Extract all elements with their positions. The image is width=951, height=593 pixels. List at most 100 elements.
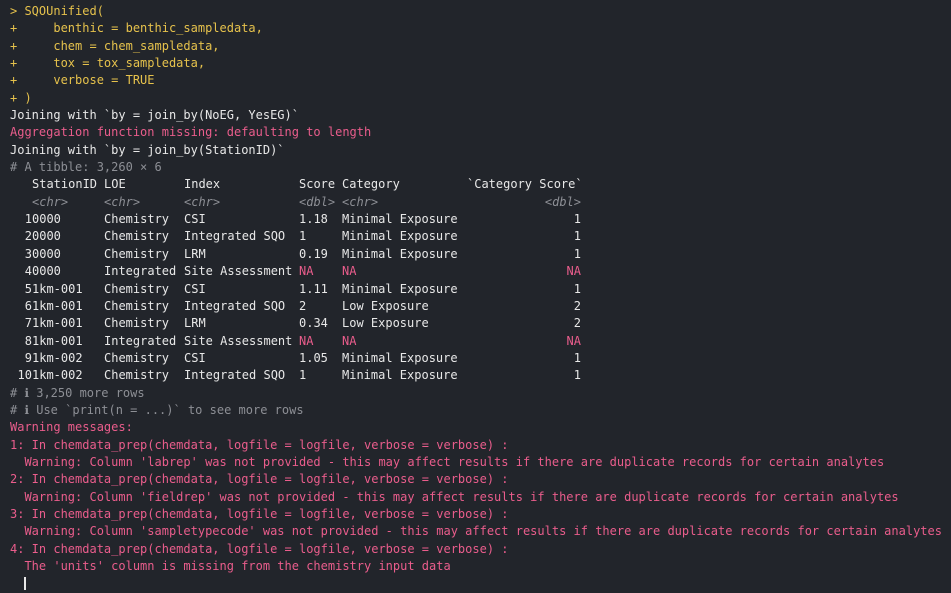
tibble-table: StationID LOE Index Score Category `Category … [10,176,948,384]
cell-category: Minimal Exposure [342,281,458,296]
row-number: 3 [24,246,32,261]
column-type: <chr> [342,194,379,209]
cell-station-id: 1km-001 [32,333,83,348]
row-number: 10 [17,368,32,383]
warning-message: The 'units' column is missing from the c… [10,559,451,573]
cell-category-score: 1 [573,350,581,365]
cell-category: Minimal Exposure [342,212,458,227]
cell-category: NA [342,264,357,279]
column-type: <chr> [32,194,69,209]
print-hint: # ℹ Use `print(n = ...)` to see more row… [10,402,304,417]
command-line: + tox = tox_sampledata, [10,56,206,71]
cell-category-score: 1 [573,212,581,227]
r-console[interactable]: > SQOUnified( + benthic = benthic_sample… [10,3,948,593]
cell-index: Site Assessment [184,333,293,348]
command-line: + verbose = TRUE [10,73,155,88]
cell-category-score: 1 [573,229,581,244]
row-number: 1 [24,212,32,227]
cell-index: CSI [184,212,206,227]
cell-score: NA [299,333,314,348]
table-row: 40000 Integrated Site Assessment NA NA NA [10,263,948,280]
cell-index: Integrated SQO [184,229,286,244]
more-rows-note: # ℹ 3,250 more rows [10,385,145,400]
cell-score: 1.18 [299,212,328,227]
cell-index: CSI [184,350,206,365]
column-type: <chr> [184,194,221,209]
cell-category: Low Exposure [342,316,429,331]
cell-index: Site Assessment [184,264,293,279]
cell-score: NA [299,264,314,279]
warning-call: 2: In chemdata_prep(chemdata, logfile = … [10,472,509,487]
cell-category: Minimal Exposure [342,350,458,365]
cell-category-score: 1 [573,368,581,383]
cell-station-id: 1km-001 [32,316,83,331]
cell-index: LRM [184,316,206,331]
cell-loe: Integrated [104,264,177,279]
cell-score: 1.05 [299,350,328,365]
cell-station-id: 0000 [32,246,61,261]
cell-loe: Chemistry [104,316,170,331]
row-number: 8 [24,333,32,348]
cell-score: 2 [299,298,307,313]
cell-index: Integrated SQO [184,368,286,383]
warning-message: Warning: Column 'labrep' was not provide… [10,454,885,469]
cell-category: Minimal Exposure [342,368,458,383]
column-header: StationID [32,177,98,192]
cell-score: 1 [299,229,307,244]
column-header: `Category Score` [467,177,581,192]
cell-loe: Chemistry [104,350,170,365]
cell-score: 1 [299,368,307,383]
console-input-line[interactable] [10,575,948,592]
cell-loe: Chemistry [104,229,170,244]
cell-loe: Chemistry [104,246,170,261]
cell-loe: Chemistry [104,281,170,296]
warning-message: Warning: Column 'fieldrep' was not provi… [10,489,899,504]
table-row: 10000 Chemistry CSI 1.18 Minimal Exposure 1 [10,211,948,228]
command-block: > SQOUnified( + benthic = benthic_sample… [10,3,948,107]
cell-station-id: 0000 [32,229,61,244]
command-line: + ) [10,90,32,105]
row-number: 5 [24,281,32,296]
row-number: 2 [24,229,32,244]
cell-index: LRM [184,246,206,261]
table-row: 61km-001 Chemistry Integrated SQO 2 Low Expo… [10,298,948,315]
cell-station-id: 1km-001 [32,281,83,296]
command-line: + benthic = benthic_sampledata, [10,21,263,36]
tibble-info: # A tibble: 3,260 × 6 [10,160,162,175]
cell-index: Integrated SQO [184,298,286,313]
command-line: + chem = chem_sampledata, [10,38,220,53]
joining-message: Joining with `by = join_by(StationID)` [10,142,285,157]
cell-loe: Chemistry [104,368,170,383]
cell-loe: Chemistry [104,298,170,313]
cell-category: Low Exposure [342,298,429,313]
cell-category-score: NA [566,264,581,279]
cell-category-score: 2 [573,316,581,331]
cell-category: Minimal Exposure [342,229,458,244]
cell-station-id: 1km-001 [32,298,83,313]
warning-call: 1: In chemdata_prep(chemdata, logfile = … [10,437,509,452]
cell-score: 0.34 [299,316,328,331]
aggregation-message: Aggregation function missing: defaulting… [10,125,372,140]
table-row: 20000 Chemistry Integrated SQO 1 Minimal Exp… [10,228,948,245]
row-number: 6 [24,298,32,313]
command-line: > SQOUnified( [10,4,104,18]
table-row: 30000 Chemistry LRM 0.19 Minimal Exposure 1 [10,246,948,263]
table-body: 10000 Chemistry CSI 1.18 Minimal Exposure 1 20… [10,211,948,384]
column-header: LOE [104,177,126,192]
cell-category: NA [342,333,357,348]
column-type: <dbl> [544,194,581,209]
row-number: 4 [24,264,32,279]
table-type-row: <chr> <chr> <chr> <dbl> <chr> <dbl> [10,194,948,211]
table-header-row: StationID LOE Index Score Category `Category … [10,176,948,193]
warnings-list: 1: In chemdata_prep(chemdata, logfile = … [10,437,948,576]
column-type: <chr> [104,194,141,209]
cell-category-score: 1 [573,281,581,296]
table-row: 81km-001 Integrated Site Assessment NA NA NA [10,333,948,350]
column-type: <dbl> [299,194,336,209]
cell-category: Minimal Exposure [342,246,458,261]
joining-message: Joining with `by = join_by(NoEG, YesEG)` [10,108,299,123]
column-header: Category [342,177,400,192]
warning-header: Warning messages: [10,420,133,435]
cell-station-id: 0000 [32,212,61,227]
cell-station-id: 1km-002 [32,368,83,383]
